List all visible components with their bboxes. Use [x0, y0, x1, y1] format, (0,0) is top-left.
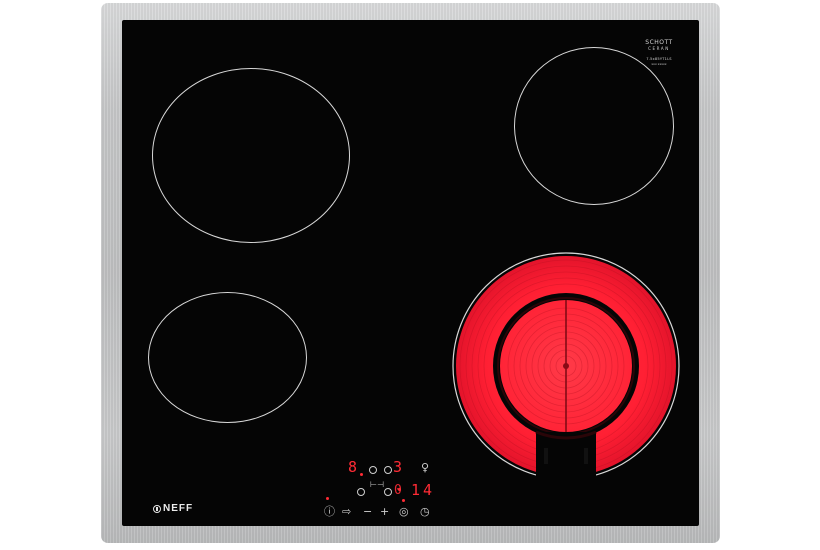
zone-indicator-ring[interactable]: [369, 466, 377, 474]
minus-icon[interactable]: −: [363, 506, 372, 517]
zone-select-display: 3: [393, 458, 406, 476]
cooking-zone-rear-right[interactable]: [514, 47, 674, 205]
lock-icon[interactable]: ♀: [421, 462, 429, 473]
timer-led: [402, 499, 405, 502]
clock-icon[interactable]: ◷: [420, 506, 430, 517]
power-indicator-led: [360, 473, 363, 476]
cooking-zone-front-right-dual[interactable]: [452, 252, 680, 480]
cooking-zone-rear-left[interactable]: [152, 68, 350, 243]
zone-indicator-ring-2[interactable]: [384, 466, 392, 474]
lock-button-icon[interactable]: ◎: [399, 506, 409, 517]
glass-brand-code2: xxx xxxxx: [651, 62, 667, 66]
zone-link-icon[interactable]: ⊢⊣: [370, 479, 384, 490]
power-level-display: 8: [348, 458, 361, 476]
neff-logo: NEFF: [153, 504, 193, 514]
cooking-zone-front-left[interactable]: [148, 292, 307, 423]
neff-logo-icon: [153, 505, 161, 513]
glass-brand-line1: SCHOTT: [645, 39, 673, 46]
timer-prefix-display: 0: [394, 483, 405, 498]
plus-icon[interactable]: +: [380, 506, 389, 517]
power-icon[interactable]: ⓘ: [324, 506, 335, 517]
brand-name: NEFF: [163, 503, 194, 514]
standby-led: [326, 497, 329, 500]
timer-display: 14: [411, 481, 436, 499]
ceramic-glass-hob: SCHOTT CERAN 7.5x85YT1LS xxx xxxxx 8 3 ♀…: [122, 20, 699, 526]
zone-indicator-ring-4[interactable]: [384, 488, 392, 496]
arrow-right-icon[interactable]: ⇨: [342, 506, 351, 517]
glass-brand-mark: SCHOTT CERAN 7.5x85YT1LS xxx xxxxx: [637, 39, 681, 66]
zone-indicator-ring-3[interactable]: [357, 488, 365, 496]
glass-brand-line2: CERAN: [648, 46, 670, 51]
